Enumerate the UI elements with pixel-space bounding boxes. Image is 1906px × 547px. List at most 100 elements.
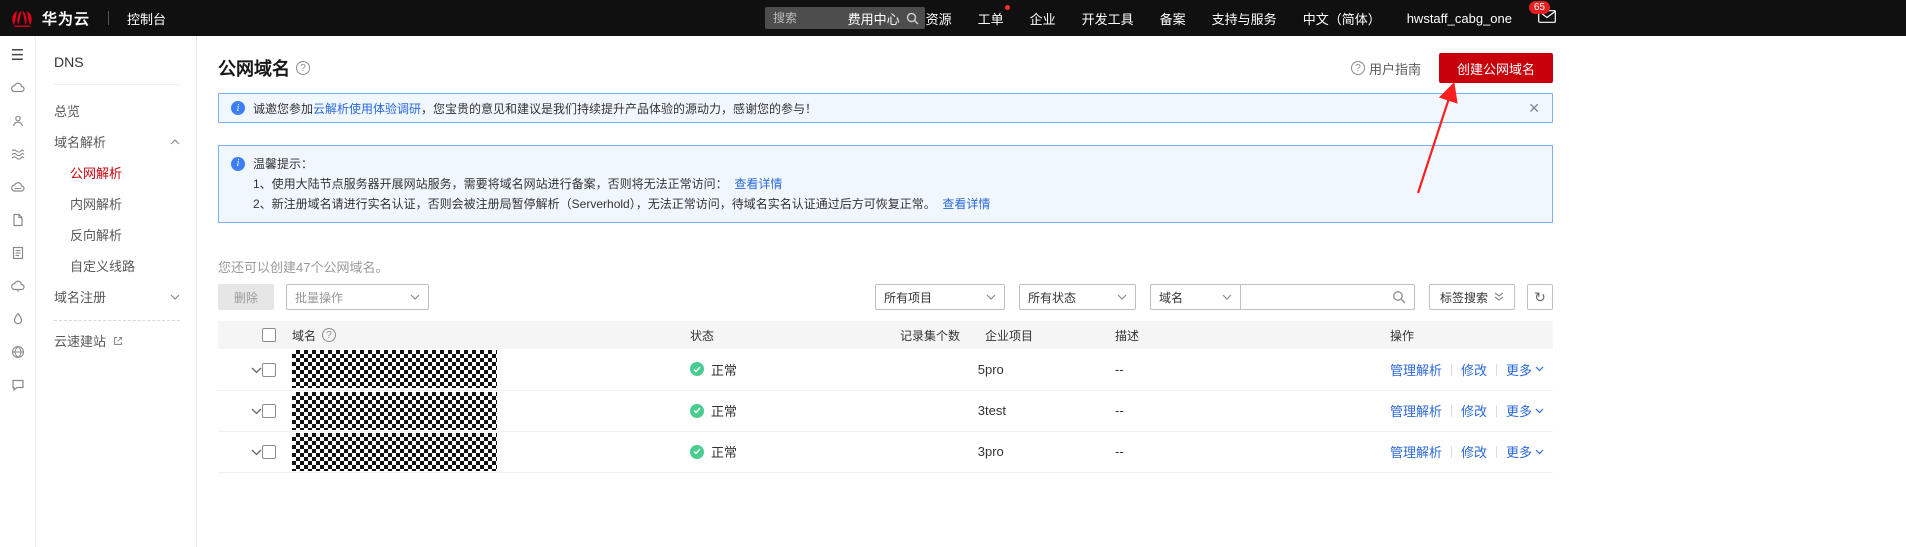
censored-domain[interactable] [292, 433, 497, 471]
censored-domain[interactable] [292, 350, 497, 388]
table-row: 正常 3 test -- 管理解析修改更多 [218, 390, 1553, 431]
create-public-zone-button[interactable]: 创建公网域名 [1439, 53, 1553, 83]
project-filter-select[interactable]: 所有项目 [875, 284, 1005, 310]
survey-link[interactable]: 云解析使用体验调研 [313, 102, 421, 116]
tips-detail-link-2[interactable]: 查看详情 [942, 197, 990, 211]
manage-resolution-link[interactable]: 管理解析 [1390, 445, 1442, 460]
sidebar-item-public-resolution[interactable]: 公网解析 [54, 157, 180, 188]
topbar-nav: 费用中心 资源 工单 企业 开发工具 备案 支持与服务 中文（简体） hwsta… [848, 9, 1556, 28]
modify-link[interactable]: 修改 [1461, 404, 1487, 419]
survey-banner: i 诚邀您参加云解析使用体验调研，您宝贵的意见和建议是我们持续提升产品体验的源动… [218, 93, 1553, 123]
batch-operation-select[interactable]: 批量操作 [286, 284, 429, 310]
messages-button[interactable]: 65 [1538, 10, 1556, 26]
quota-text: 您还可以创建47个公网域名。 [218, 257, 1553, 276]
manage-resolution-link[interactable]: 管理解析 [1390, 404, 1442, 419]
page-header: 公网域名 用户指南 创建公网域名 [218, 50, 1553, 86]
domain-help-icon[interactable] [322, 328, 336, 342]
sidebar-item-reverse-resolution[interactable]: 反向解析 [54, 219, 180, 250]
topbar-nav-billing[interactable]: 费用中心 [848, 9, 900, 28]
delete-button[interactable]: 删除 [218, 284, 274, 310]
topbar-nav-resources[interactable]: 资源 [926, 9, 952, 28]
brand-name[interactable]: 华为云 [42, 8, 90, 29]
manage-resolution-link[interactable]: 管理解析 [1390, 363, 1442, 378]
account-name[interactable]: hwstaff_cabg_one [1407, 11, 1512, 26]
description: -- [1115, 390, 1390, 431]
row-checkbox[interactable] [262, 445, 276, 459]
more-link[interactable]: 更多 [1506, 442, 1544, 461]
user-guide-link[interactable]: 用户指南 [1351, 59, 1421, 78]
description: -- [1115, 431, 1390, 472]
topbar-nav-support[interactable]: 支持与服务 [1212, 9, 1277, 28]
topbar-nav-tickets[interactable]: 工单 [978, 9, 1004, 28]
sidebar-item-custom-line[interactable]: 自定义线路 [54, 250, 180, 281]
select-all-checkbox[interactable] [262, 328, 276, 342]
info-icon: i [231, 157, 245, 171]
language-switcher[interactable]: 中文（简体） [1303, 9, 1381, 28]
censored-domain[interactable] [292, 392, 497, 430]
search-icon[interactable] [906, 12, 919, 25]
domain-search-combo: 域名 [1150, 284, 1415, 310]
status-ok-icon [690, 362, 704, 376]
menu-icon[interactable]: ☰ [11, 48, 24, 63]
domain-search-input[interactable] [1249, 289, 1392, 305]
sidebar-item-domain-register[interactable]: 域名注册 [54, 281, 180, 312]
close-icon[interactable]: ✕ [1528, 101, 1540, 115]
table-header-row: 域名 状态 记录集个数 企业项目 描述 操作 [218, 321, 1553, 349]
chevron-down-icon [170, 294, 180, 300]
expand-chevron-icon[interactable] [251, 367, 262, 374]
column-header-description: 描述 [1115, 321, 1390, 349]
double-chevron-down-icon [1494, 292, 1504, 302]
status-badge: 正常 [690, 442, 900, 461]
row-checkbox[interactable] [262, 363, 276, 377]
sidebar-item-site-builder[interactable]: 云速建站 [54, 325, 180, 356]
console-link[interactable]: 控制台 [127, 9, 166, 28]
globe-icon[interactable] [10, 344, 26, 360]
chat-icon[interactable] [10, 377, 26, 393]
expand-chevron-icon[interactable] [251, 449, 262, 456]
refresh-button[interactable]: ↻ [1527, 284, 1553, 310]
column-header-records: 记录集个数 [900, 321, 985, 349]
topbar-nav-enterprise[interactable]: 企业 [1030, 9, 1056, 28]
file-list-icon[interactable] [10, 245, 26, 261]
more-link[interactable]: 更多 [1506, 401, 1544, 420]
sidebar-item-private-resolution[interactable]: 内网解析 [54, 188, 180, 219]
topbar-nav-icp[interactable]: 备案 [1160, 9, 1186, 28]
modify-link[interactable]: 修改 [1461, 363, 1487, 378]
user-group-icon[interactable] [10, 113, 26, 129]
sidebar-title: DNS [54, 54, 180, 85]
row-operations: 管理解析 修改 更多 [1390, 431, 1553, 472]
huawei-logo-icon[interactable] [10, 10, 34, 27]
status-badge: 正常 [690, 360, 900, 379]
sidebar-item-domain-resolution[interactable]: 域名解析 [54, 126, 180, 157]
column-header-operation: 操作 [1390, 321, 1553, 349]
sidebar-item-overview[interactable]: 总览 [54, 95, 180, 126]
tips-title: 温馨提示： [253, 154, 1540, 174]
network-waves-icon[interactable] [10, 146, 26, 162]
status-filter-select[interactable]: 所有状态 [1019, 284, 1136, 310]
topbar-nav-devtools[interactable]: 开发工具 [1082, 9, 1134, 28]
cloud-storage-icon[interactable] [10, 179, 26, 195]
tips-detail-link-1[interactable]: 查看详情 [734, 177, 782, 191]
guide-question-icon [1351, 61, 1365, 75]
modify-link[interactable]: 修改 [1461, 445, 1487, 460]
page-title: 公网域名 [218, 55, 290, 81]
chevron-down-icon [1222, 294, 1232, 300]
more-link[interactable]: 更多 [1506, 360, 1544, 379]
search-field-select[interactable]: 域名 [1150, 284, 1240, 310]
tag-search-button[interactable]: 标签搜索 [1429, 284, 1515, 310]
domain-search-box[interactable] [1240, 284, 1415, 310]
column-header-status: 状态 [690, 321, 900, 349]
row-checkbox[interactable] [262, 404, 276, 418]
cloud-compute-icon[interactable] [10, 278, 26, 294]
service-icon-rail: ☰ [0, 36, 36, 547]
document-icon[interactable] [10, 212, 26, 228]
search-icon[interactable] [1392, 290, 1406, 304]
cloud-service-icon[interactable] [10, 80, 26, 96]
global-search[interactable] [765, 7, 925, 29]
chevron-up-icon [170, 139, 180, 145]
expand-chevron-icon[interactable] [251, 408, 262, 415]
help-icon[interactable] [296, 61, 310, 75]
notification-dot [1005, 5, 1010, 10]
table-row: 正常 5 pro -- 管理解析修改更多 [218, 349, 1553, 390]
water-drop-icon[interactable] [10, 311, 26, 327]
